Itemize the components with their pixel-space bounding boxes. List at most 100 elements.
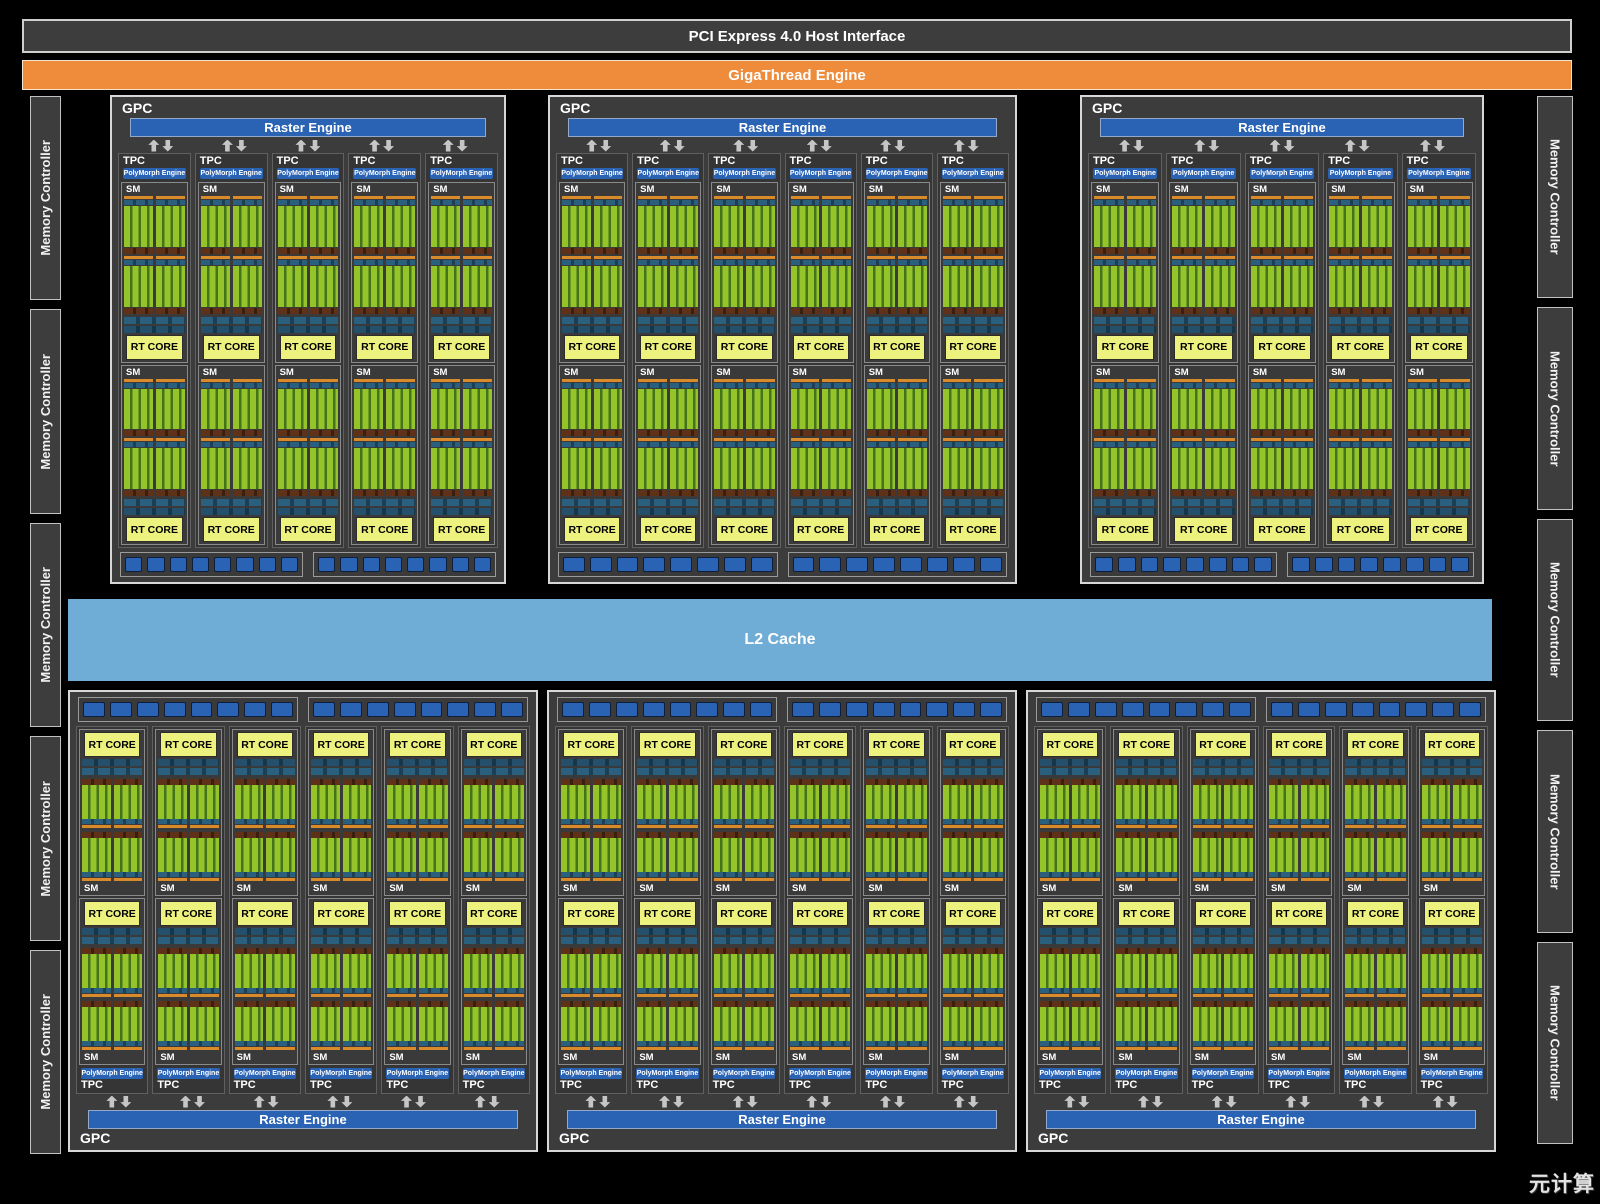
cuda-core-array — [431, 266, 460, 307]
sm-core-area — [1408, 379, 1470, 499]
blue-strip — [1193, 819, 1222, 824]
blue-strip — [431, 200, 460, 205]
blue-strip — [158, 988, 187, 993]
load-store-strips — [354, 317, 415, 333]
cuda-core-array — [714, 838, 743, 872]
sm-core-area — [431, 196, 492, 316]
rt-core-bar: RT CORE — [313, 732, 369, 757]
blue-strip — [311, 819, 340, 824]
cuda-core-array — [669, 1007, 698, 1041]
core-group — [1269, 1000, 1298, 1051]
brown-strip — [562, 248, 591, 254]
blue-strip — [190, 872, 219, 877]
blue-strip — [1362, 200, 1392, 205]
memory-bus-segment — [1229, 702, 1251, 717]
cuda-core-array — [791, 448, 820, 489]
cuda-core-array — [235, 838, 264, 872]
sm-block: SMRT CORE — [1169, 365, 1237, 546]
cuda-core-array — [1362, 266, 1392, 307]
sm-subpartition — [233, 196, 262, 316]
orange-strip — [1284, 196, 1314, 199]
load-store-strips — [311, 928, 371, 944]
cuda-core-array — [943, 1007, 972, 1041]
core-group — [419, 831, 448, 882]
blue-strip — [1329, 442, 1359, 447]
cuda-core-array — [670, 206, 699, 247]
rt-core-bar: RT CORE — [869, 335, 925, 360]
blue-strip — [1345, 759, 1405, 766]
cuda-core-array — [233, 389, 262, 430]
memory-bus-segment — [819, 557, 841, 572]
orange-strip — [974, 438, 1003, 441]
cuda-core-array — [670, 448, 699, 489]
blue-strip — [1269, 872, 1298, 877]
cuda-core-array — [419, 838, 448, 872]
tpc-label: TPC — [155, 1079, 221, 1092]
core-group — [1422, 831, 1451, 882]
load-store-strips — [943, 499, 1003, 515]
tpc-column: TPCPolyMorph EngineSMRT CORESMRT CORE — [1110, 726, 1182, 1094]
core-group — [593, 778, 622, 829]
blue-strip — [124, 508, 185, 515]
core-group — [1251, 379, 1281, 437]
blue-strip — [974, 260, 1003, 265]
cuda-core-array — [343, 1007, 372, 1041]
memory-bus-segment — [83, 702, 105, 717]
sm-label: SM — [1040, 1051, 1100, 1064]
brown-strip — [898, 308, 927, 314]
blue-strip — [670, 383, 699, 388]
core-group — [1408, 438, 1438, 496]
orange-strip — [867, 256, 896, 259]
blue-strip — [386, 200, 415, 205]
blue-strip — [1172, 326, 1234, 333]
arrow-pair — [709, 139, 783, 152]
sm-label: SM — [1329, 183, 1391, 196]
blue-strip — [158, 819, 187, 824]
orange-strip — [822, 438, 851, 441]
orange-strip — [714, 825, 743, 828]
core-group — [1440, 196, 1470, 254]
orange-strip — [1172, 256, 1202, 259]
memory-controller-label: Memory Controller — [1548, 985, 1563, 1101]
tpc-label: TPC — [1326, 155, 1394, 168]
sm-subpartition — [278, 196, 307, 316]
blue-strip — [1116, 928, 1176, 935]
blue-strip — [638, 442, 667, 447]
core-group — [898, 1000, 927, 1051]
memory-bus-segment — [1360, 557, 1378, 572]
tpc-label: TPC — [79, 1079, 145, 1092]
arrow-down-icon — [1152, 1096, 1163, 1108]
core-group — [386, 256, 415, 314]
orange-strip — [822, 1047, 851, 1050]
arrow-down-icon — [415, 1096, 426, 1108]
blue-strip — [431, 317, 492, 324]
sm-block: SMRT CORE — [461, 729, 527, 896]
tpc-label: TPC — [232, 1079, 298, 1092]
core-group — [124, 196, 153, 254]
sm-block: SMRT CORE — [351, 365, 418, 546]
memory-bus-segment — [643, 557, 665, 572]
sm-label: SM — [1329, 366, 1391, 379]
sm-subpartition — [790, 945, 819, 1051]
cuda-core-array — [1094, 389, 1124, 430]
blue-strip — [669, 988, 698, 993]
sm-core-area — [201, 379, 262, 499]
tpc-column: TPCPolyMorph EngineSMRT CORESMRT CORE — [1088, 153, 1162, 548]
sm-label: SM — [637, 1051, 697, 1064]
core-group — [1301, 1000, 1330, 1051]
memory-bus-group — [308, 697, 528, 722]
blue-strip — [266, 1041, 295, 1046]
core-group — [431, 256, 460, 314]
arrow-pair — [856, 1095, 930, 1108]
sm-subpartition — [943, 379, 972, 499]
rt-core-bar: RT CORE — [1331, 517, 1389, 542]
sm-label: SM — [1269, 882, 1329, 895]
memory-bus-segment — [1186, 557, 1204, 572]
sm-block: SMRT CORE — [275, 182, 342, 363]
cuda-core-array — [431, 389, 460, 430]
blue-strip — [1193, 928, 1253, 935]
sm-core-area — [1040, 945, 1100, 1051]
core-group — [386, 438, 415, 496]
brown-strip — [124, 490, 153, 496]
memory-controller-bar: Memory Controller — [30, 736, 61, 940]
